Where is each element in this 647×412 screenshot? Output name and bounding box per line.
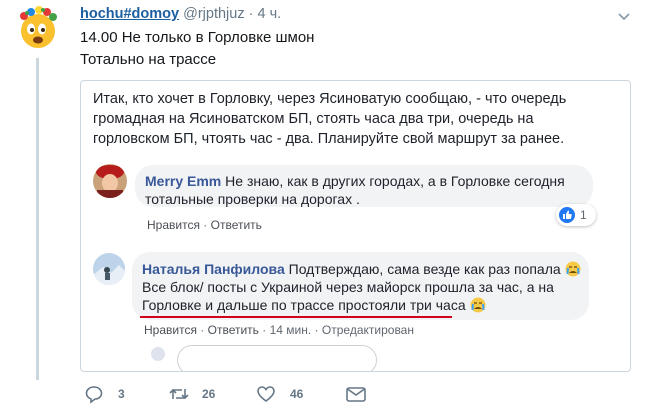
red-underline	[140, 316, 452, 318]
tweet-time[interactable]: 4 ч.	[258, 6, 282, 22]
reply-count: 3	[118, 387, 125, 401]
reaction-badge[interactable]: 1	[556, 204, 596, 226]
tweet-header: hochu#domoy @rjpthjuz · 4 ч.	[80, 6, 281, 22]
reply-avatar	[151, 347, 165, 361]
mail-icon	[345, 384, 367, 409]
reply-input[interactable]	[177, 345, 377, 371]
post-text-line: Итак, кто хочет в Горловку, через Ясинов…	[93, 91, 567, 107]
comment-author[interactable]: Merry Emm	[145, 173, 221, 189]
like-button[interactable]: 46	[256, 384, 312, 404]
comment-line: Горловке и дальше по трассе простояли тр…	[142, 297, 486, 313]
comment-line: Наталья Панфилова Подтверждаю, сама везд…	[142, 261, 581, 277]
like-count: 46	[290, 387, 304, 401]
commenter-avatar[interactable]	[93, 253, 125, 285]
retweet-count: 26	[202, 387, 216, 401]
crying-emoji-icon	[565, 261, 581, 277]
reply-button[interactable]: 3	[84, 384, 125, 404]
comment-author[interactable]: Наталья Панфилова	[142, 261, 285, 277]
retweet-icon	[168, 384, 190, 409]
retweet-button[interactable]: 26	[168, 384, 224, 404]
heart-icon	[256, 384, 276, 409]
post-text-line: громадная на Ясиноватском БП, стоять час…	[93, 111, 534, 127]
comment-text: Горловке и дальше по трассе простояли тр…	[142, 297, 466, 313]
chevron-down-icon[interactable]	[616, 8, 632, 24]
author-avatar[interactable]	[14, 4, 62, 52]
like-link[interactable]: Нравится	[147, 218, 200, 232]
tweet-actions: 3 26 46	[80, 384, 420, 404]
tweet-text-line: Тотально на трассе	[80, 51, 217, 68]
direct-message-button[interactable]	[345, 384, 369, 404]
like-reaction-icon	[559, 207, 575, 223]
screenshot-card[interactable]: Итак, кто хочет в Горловку, через Ясинов…	[80, 80, 631, 372]
comment-text: Подтверждаю, сама везде как раз попала	[288, 261, 561, 277]
comment-actions: Нравится · Ответить	[147, 218, 262, 232]
crying-emoji-icon	[470, 297, 486, 313]
comment-text: тотальные проверки на дорогах .	[145, 191, 360, 207]
reply-icon	[84, 384, 104, 409]
commenter-avatar[interactable]	[93, 164, 127, 198]
reply-link[interactable]: Ответить	[208, 323, 259, 337]
edited-label[interactable]: Отредактирован	[322, 323, 414, 337]
thread-line	[36, 58, 39, 380]
tweet-text-line: 14.00 Не только в Горловке шмон	[80, 29, 315, 46]
reply-link[interactable]: Ответить	[211, 218, 262, 232]
comment-time[interactable]: 14 мин.	[270, 323, 312, 337]
like-link[interactable]: Нравится	[144, 323, 197, 337]
user-handle[interactable]: @rjpthjuz	[183, 6, 244, 22]
display-name[interactable]: hochu#domoy	[80, 6, 179, 22]
reaction-count: 1	[580, 208, 587, 222]
comment-actions: Нравится · Ответить · 14 мин. · Отредакт…	[144, 323, 414, 337]
comment-line: Merry Emm Не знаю, как в других городах,…	[145, 173, 565, 189]
comment-text: Все блок/ посты с Украиной через майорск…	[142, 279, 554, 295]
post-text-line: горловском БП, чтоять час - два. Планиру…	[93, 131, 565, 147]
comment-text: Не знаю, как в других городах, а в Горло…	[225, 173, 565, 189]
meta-separator: ·	[248, 6, 254, 22]
